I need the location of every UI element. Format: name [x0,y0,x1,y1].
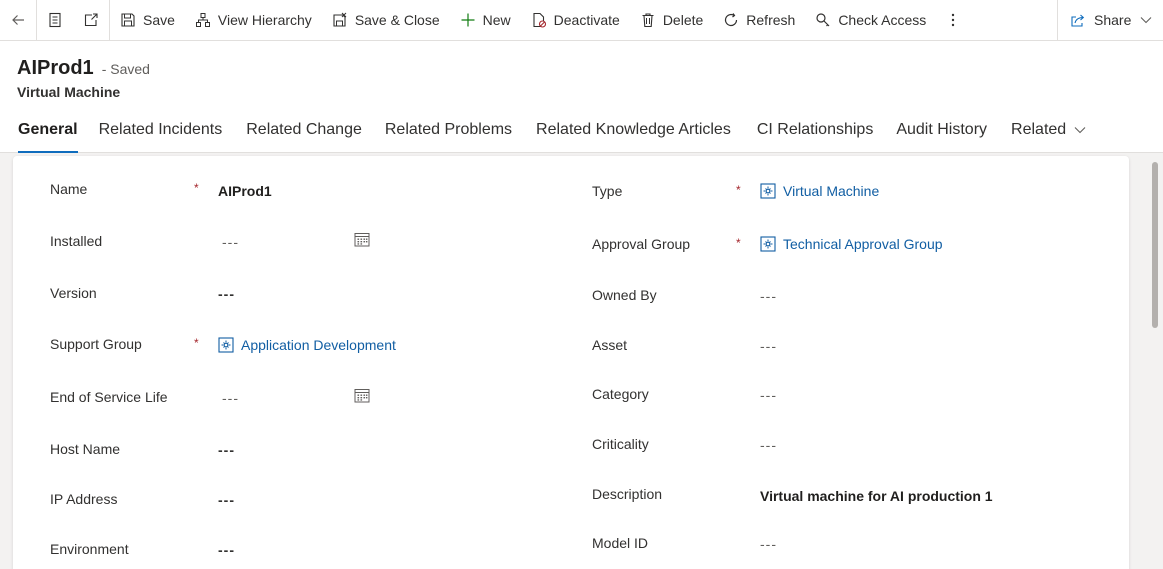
model-id-label: Model ID [592,535,649,551]
hierarchy-icon [195,13,210,27]
save-icon [121,13,135,27]
check-access-button[interactable]: Check Access [805,0,936,40]
share-label: Share [1094,12,1132,28]
environment-label: Environment [50,541,129,557]
refresh-label: Refresh [746,12,796,28]
ip-address-label: IP Address [50,491,118,507]
calendar-icon[interactable] [354,232,370,247]
lookup-entity-icon [760,236,776,252]
view-hierarchy-button[interactable]: View Hierarchy [185,0,322,40]
environment-field[interactable]: --- [218,542,235,558]
save-status: - Saved [101,61,150,77]
host-name-field[interactable]: --- [218,442,235,458]
deactivate-button[interactable]: Deactivate [521,0,630,40]
owned-by-field[interactable]: --- [760,288,777,304]
chevron-down-icon [1140,17,1152,24]
required-indicator: * [736,236,741,250]
delete-button[interactable]: Delete [630,0,713,40]
lookup-entity-icon [218,337,234,353]
support-group-lookup[interactable]: Application Development [218,337,396,353]
plus-icon [461,13,475,27]
view-hierarchy-label: View Hierarchy [217,12,312,28]
criticality-field[interactable]: --- [760,437,777,453]
entity-name: Virtual Machine [17,84,121,100]
end-of-service-life-label: End of Service Life [50,389,168,405]
approval-group-label: Approval Group [592,236,691,252]
installed-label: Installed [50,233,103,249]
support-group-value: Application Development [241,337,396,353]
open-new-window-icon [84,13,98,27]
tab-general[interactable]: General [18,119,78,153]
title-row: AIProd1 - Saved [17,57,150,80]
tab-ci-relationships[interactable]: CI Relationships [757,119,874,153]
tab-related-incidents[interactable]: Related Incidents [99,119,223,153]
required-indicator: * [194,336,199,350]
save-close-button[interactable]: Save & Close [322,0,450,40]
version-label: Version [50,285,97,301]
ip-address-field[interactable]: --- [218,492,235,508]
lookup-entity-icon [760,183,776,199]
approval-group-lookup[interactable]: Technical Approval Group [760,236,943,252]
description-field[interactable]: Virtual machine for AI production 1 [760,488,993,504]
tab-list: General Related Incidents Related Change… [0,119,1086,153]
page-title: AIProd1 [17,57,94,79]
description-label: Description [592,486,663,502]
open-new-window-button[interactable] [73,0,109,40]
category-label: Category [592,386,649,402]
owned-by-label: Owned By [592,287,657,303]
save-close-icon [333,12,347,27]
form-selector-button[interactable] [37,0,73,40]
tab-related-change[interactable]: Related Change [246,119,362,153]
deactivate-label: Deactivate [553,12,620,28]
name-field[interactable]: AIProd1 [218,183,272,199]
tab-related-problems[interactable]: Related Problems [385,119,512,153]
record-header: AIProd1 - Saved Virtual Machine General … [0,41,1163,153]
scrollbar-thumb[interactable] [1152,162,1158,328]
deactivate-icon [533,12,546,28]
host-name-label: Host Name [50,441,121,457]
back-button[interactable] [0,0,36,40]
delete-label: Delete [662,12,704,28]
approval-group-value: Technical Approval Group [783,236,943,252]
installed-field[interactable]: --- [222,234,239,250]
end-of-service-life-field[interactable]: --- [222,390,239,406]
name-label: Name [50,181,88,197]
save-close-label: Save & Close [354,12,440,28]
tab-audit-history[interactable]: Audit History [896,119,987,153]
form-icon [49,12,61,28]
check-access-label: Check Access [838,12,927,28]
trash-icon [642,13,654,28]
tab-related[interactable]: Related [1011,119,1086,153]
model-id-field[interactable]: --- [760,536,777,552]
more-commands-button[interactable] [936,0,970,40]
new-label: New [482,12,511,28]
command-bar: Save View Hierarchy Save & Close New Dea… [0,0,1163,41]
type-lookup[interactable]: Virtual Machine [760,183,879,199]
required-indicator: * [194,181,199,195]
refresh-icon [725,13,738,27]
share-button[interactable]: Share [1057,0,1163,40]
tab-related-knowledge-articles[interactable]: Related Knowledge Articles [536,119,731,153]
asset-label: Asset [592,337,628,353]
more-icon [952,13,955,27]
save-label: Save [143,12,175,28]
type-label: Type [592,183,623,199]
chevron-down-icon [1074,127,1086,134]
criticality-label: Criticality [592,436,649,452]
tab-related-label: Related [1011,121,1067,138]
check-access-icon [816,13,830,27]
version-field[interactable]: --- [218,286,235,302]
category-field[interactable]: --- [760,387,777,403]
save-button[interactable]: Save [110,0,185,40]
back-arrow-icon [12,15,24,25]
refresh-button[interactable]: Refresh [713,0,805,40]
required-indicator: * [736,183,741,197]
calendar-icon[interactable] [354,388,370,403]
support-group-label: Support Group [50,336,142,352]
type-value: Virtual Machine [783,183,880,199]
asset-field[interactable]: --- [760,338,777,354]
new-button[interactable]: New [450,0,521,40]
general-form-card: Name * AIProd1 Installed --- Version ---… [13,156,1129,569]
share-icon [1071,14,1085,27]
